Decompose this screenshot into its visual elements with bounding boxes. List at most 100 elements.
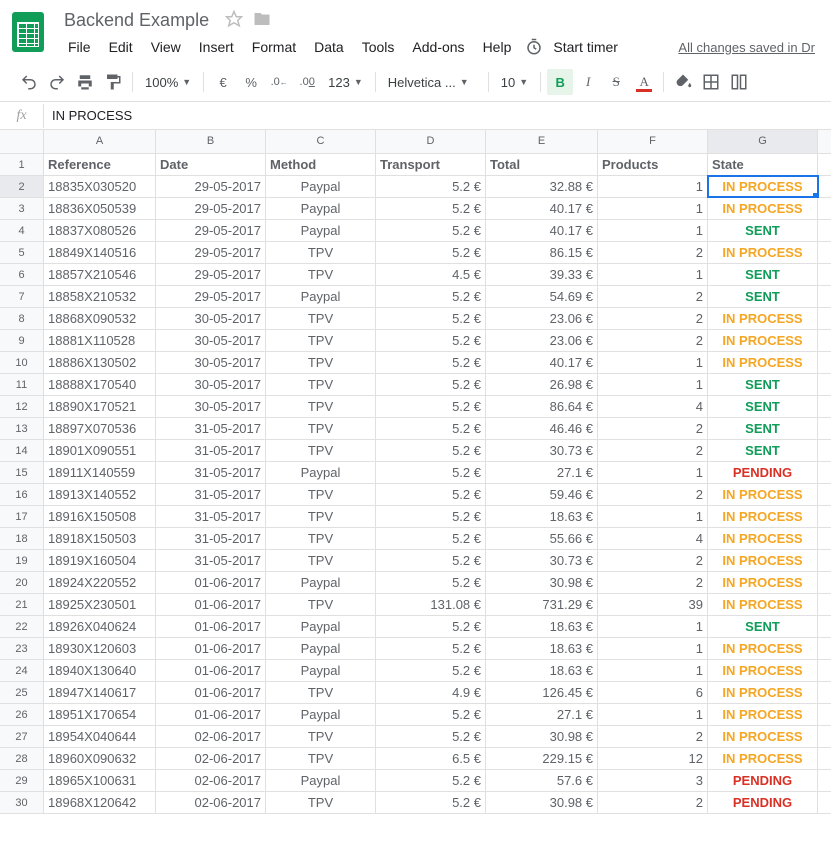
cell-date[interactable]: 29-05-2017 xyxy=(156,176,266,197)
row-header[interactable]: 21 xyxy=(0,594,44,615)
menu-tools[interactable]: Tools xyxy=(354,35,403,59)
cell-method[interactable]: TPV xyxy=(266,264,376,285)
cell-transport[interactable]: 5.2 € xyxy=(376,462,486,483)
borders-button[interactable] xyxy=(698,69,724,95)
col-header-B[interactable]: B xyxy=(156,130,266,153)
row-header[interactable]: 20 xyxy=(0,572,44,593)
cell-products[interactable]: 4 xyxy=(598,396,708,417)
cell-total[interactable]: 86.64 € xyxy=(486,396,598,417)
cell-state[interactable]: IN PROCESS xyxy=(708,638,818,659)
row-header[interactable]: 10 xyxy=(0,352,44,373)
row-header[interactable]: 16 xyxy=(0,484,44,505)
cell-state[interactable]: PENDING xyxy=(708,770,818,791)
cell-total[interactable]: 30.98 € xyxy=(486,792,598,813)
cell-state[interactable]: IN PROCESS xyxy=(708,572,818,593)
row-header[interactable]: 27 xyxy=(0,726,44,747)
header-reference[interactable]: Reference xyxy=(44,154,156,175)
cell-total[interactable]: 57.6 € xyxy=(486,770,598,791)
cell-date[interactable]: 01-06-2017 xyxy=(156,638,266,659)
cell-reference[interactable]: 18913X140552 xyxy=(44,484,156,505)
italic-button[interactable]: I xyxy=(575,69,601,95)
cell-total[interactable]: 86.15 € xyxy=(486,242,598,263)
cell-total[interactable]: 126.45 € xyxy=(486,682,598,703)
cell-reference[interactable]: 18925X230501 xyxy=(44,594,156,615)
cell-transport[interactable]: 4.9 € xyxy=(376,682,486,703)
cell-transport[interactable]: 5.2 € xyxy=(376,660,486,681)
cell-date[interactable]: 01-06-2017 xyxy=(156,572,266,593)
cell-reference[interactable]: 18868X090532 xyxy=(44,308,156,329)
cell-reference[interactable]: 18947X140617 xyxy=(44,682,156,703)
paint-format-button[interactable] xyxy=(100,69,126,95)
cell-date[interactable]: 31-05-2017 xyxy=(156,440,266,461)
cell-date[interactable]: 31-05-2017 xyxy=(156,528,266,549)
cell-products[interactable]: 2 xyxy=(598,330,708,351)
cell-state[interactable]: SENT xyxy=(708,418,818,439)
cell-date[interactable]: 01-06-2017 xyxy=(156,704,266,725)
cell-state[interactable]: IN PROCESS xyxy=(708,330,818,351)
cell-total[interactable]: 40.17 € xyxy=(486,220,598,241)
cell-method[interactable]: TPV xyxy=(266,506,376,527)
row-header[interactable]: 7 xyxy=(0,286,44,307)
row-header[interactable]: 8 xyxy=(0,308,44,329)
menu-view[interactable]: View xyxy=(143,35,189,59)
header-state[interactable]: State xyxy=(708,154,818,175)
cell-total[interactable]: 30.73 € xyxy=(486,550,598,571)
cell-transport[interactable]: 5.2 € xyxy=(376,374,486,395)
timer-icon[interactable] xyxy=(525,38,543,56)
row-header[interactable]: 2 xyxy=(0,176,44,197)
cell-reference[interactable]: 18835X030520 xyxy=(44,176,156,197)
cell-products[interactable]: 3 xyxy=(598,770,708,791)
cell-total[interactable]: 18.63 € xyxy=(486,660,598,681)
cell-reference[interactable]: 18857X210546 xyxy=(44,264,156,285)
cell-state[interactable]: IN PROCESS xyxy=(708,242,818,263)
cell-state[interactable]: IN PROCESS xyxy=(708,176,818,197)
cell-total[interactable]: 18.63 € xyxy=(486,638,598,659)
cell-date[interactable]: 02-06-2017 xyxy=(156,770,266,791)
cell-state[interactable]: IN PROCESS xyxy=(708,726,818,747)
menu-edit[interactable]: Edit xyxy=(101,35,141,59)
row-header[interactable]: 9 xyxy=(0,330,44,351)
header-method[interactable]: Method xyxy=(266,154,376,175)
row-header[interactable]: 26 xyxy=(0,704,44,725)
cell-state[interactable]: SENT xyxy=(708,374,818,395)
cell-total[interactable]: 39.33 € xyxy=(486,264,598,285)
row-header[interactable]: 19 xyxy=(0,550,44,571)
folder-icon[interactable] xyxy=(253,10,271,31)
col-header-A[interactable]: A xyxy=(44,130,156,153)
merge-cells-button[interactable] xyxy=(726,69,752,95)
menu-data[interactable]: Data xyxy=(306,35,352,59)
cell-products[interactable]: 1 xyxy=(598,352,708,373)
cell-method[interactable]: Paypal xyxy=(266,198,376,219)
cell-method[interactable]: TPV xyxy=(266,418,376,439)
cell-method[interactable]: TPV xyxy=(266,374,376,395)
formula-input[interactable] xyxy=(44,102,831,129)
cell-date[interactable]: 29-05-2017 xyxy=(156,198,266,219)
row-header[interactable]: 12 xyxy=(0,396,44,417)
save-status[interactable]: All changes saved in Dr xyxy=(678,40,819,55)
cell-total[interactable]: 26.98 € xyxy=(486,374,598,395)
cell-reference[interactable]: 18919X160504 xyxy=(44,550,156,571)
cell-method[interactable]: TPV xyxy=(266,726,376,747)
row-header[interactable]: 23 xyxy=(0,638,44,659)
cell-date[interactable]: 30-05-2017 xyxy=(156,352,266,373)
cell-transport[interactable]: 5.2 € xyxy=(376,770,486,791)
cell-transport[interactable]: 5.2 € xyxy=(376,484,486,505)
cell-reference[interactable]: 18886X130502 xyxy=(44,352,156,373)
strikethrough-button[interactable]: S xyxy=(603,69,629,95)
cell-transport[interactable]: 5.2 € xyxy=(376,506,486,527)
cell-products[interactable]: 1 xyxy=(598,616,708,637)
cell-state[interactable]: IN PROCESS xyxy=(708,682,818,703)
select-all-corner[interactable] xyxy=(0,130,44,153)
cell-products[interactable]: 2 xyxy=(598,418,708,439)
cell-method[interactable]: Paypal xyxy=(266,770,376,791)
cell-total[interactable]: 27.1 € xyxy=(486,704,598,725)
cell-date[interactable]: 29-05-2017 xyxy=(156,286,266,307)
cell-reference[interactable]: 18881X110528 xyxy=(44,330,156,351)
cell-products[interactable]: 6 xyxy=(598,682,708,703)
cell-total[interactable]: 229.15 € xyxy=(486,748,598,769)
cell-method[interactable]: Paypal xyxy=(266,572,376,593)
cell-state[interactable]: SENT xyxy=(708,220,818,241)
cell-transport[interactable]: 5.2 € xyxy=(376,638,486,659)
cell-reference[interactable]: 18960X090632 xyxy=(44,748,156,769)
cell-state[interactable]: IN PROCESS xyxy=(708,704,818,725)
